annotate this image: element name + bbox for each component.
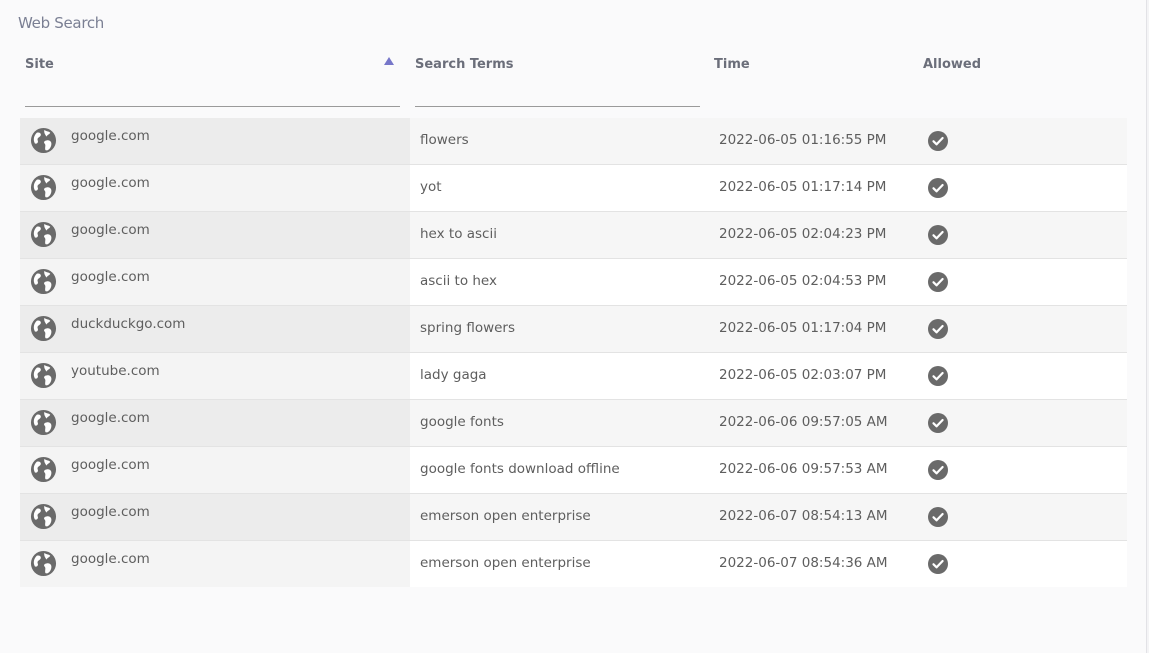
site-value: duckduckgo.com — [71, 316, 186, 332]
globe-icon — [30, 127, 57, 154]
check-circle-icon — [928, 366, 948, 386]
search-results-table: google.com flowers 2022-06-05 01:16:55 P… — [20, 118, 1127, 587]
table-row[interactable]: youtube.com lady gaga 2022-06-05 02:03:0… — [20, 353, 1127, 400]
site-value: google.com — [71, 222, 150, 238]
time-value: 2022-06-05 01:16:55 PM — [719, 132, 887, 148]
sort-ascending-icon[interactable] — [384, 57, 394, 65]
site-value: google.com — [71, 269, 150, 285]
site-cell: google.com — [20, 259, 410, 305]
time-value: 2022-06-05 02:04:53 PM — [719, 273, 887, 289]
column-header-time[interactable]: Time — [714, 57, 750, 72]
time-value: 2022-06-06 09:57:05 AM — [719, 414, 888, 430]
search-terms-value: yot — [420, 179, 442, 195]
site-cell: google.com — [20, 118, 410, 164]
site-value: google.com — [71, 457, 150, 473]
check-circle-icon — [928, 413, 948, 433]
table-row[interactable]: google.com flowers 2022-06-05 01:16:55 P… — [20, 118, 1127, 165]
table-row[interactable]: google.com google fonts download offline… — [20, 447, 1127, 494]
globe-icon — [30, 409, 57, 436]
time-value: 2022-06-05 02:03:07 PM — [719, 367, 887, 383]
globe-icon — [30, 503, 57, 530]
search-terms-value: google fonts — [420, 414, 504, 430]
table-row[interactable]: google.com emerson open enterprise 2022-… — [20, 494, 1127, 541]
check-circle-icon — [928, 319, 948, 339]
check-circle-icon — [928, 178, 948, 198]
table-row[interactable]: google.com hex to ascii 2022-06-05 02:04… — [20, 212, 1127, 259]
panel-title: Web Search — [18, 14, 105, 32]
table-row[interactable]: duckduckgo.com spring flowers 2022-06-05… — [20, 306, 1127, 353]
search-terms-value: spring flowers — [420, 320, 516, 336]
site-value: google.com — [71, 175, 150, 191]
table-row[interactable]: google.com ascii to hex 2022-06-05 02:04… — [20, 259, 1127, 306]
globe-icon — [30, 456, 57, 483]
globe-icon — [30, 174, 57, 201]
table-row[interactable]: google.com yot 2022-06-05 01:17:14 PM — [20, 165, 1127, 212]
globe-icon — [30, 315, 57, 342]
site-value: google.com — [71, 128, 150, 144]
web-search-panel: Web Search Site Search Terms Time Allowe… — [0, 0, 1147, 653]
site-cell: google.com — [20, 212, 410, 258]
time-value: 2022-06-07 08:54:13 AM — [719, 508, 888, 524]
site-cell: google.com — [20, 447, 410, 493]
time-value: 2022-06-05 01:17:04 PM — [719, 320, 887, 336]
search-terms-value: ascii to hex — [420, 273, 497, 289]
site-cell: google.com — [20, 541, 410, 587]
time-value: 2022-06-06 09:57:53 AM — [719, 461, 888, 477]
column-header-search-terms[interactable]: Search Terms — [415, 57, 514, 72]
check-circle-icon — [928, 460, 948, 480]
time-value: 2022-06-07 08:54:36 AM — [719, 555, 888, 571]
site-value: google.com — [71, 410, 150, 426]
site-cell: youtube.com — [20, 353, 410, 399]
check-circle-icon — [928, 272, 948, 292]
column-header-site[interactable]: Site — [25, 57, 54, 72]
search-terms-value: emerson open enterprise — [420, 555, 591, 571]
search-terms-value: google fonts download offline — [420, 461, 620, 477]
column-header-allowed[interactable]: Allowed — [923, 57, 981, 72]
site-cell: google.com — [20, 165, 410, 211]
site-value: google.com — [71, 504, 150, 520]
check-circle-icon — [928, 554, 948, 574]
globe-icon — [30, 362, 57, 389]
search-terms-value: flowers — [420, 132, 469, 148]
search-terms-filter-input[interactable] — [415, 82, 700, 107]
globe-icon — [30, 550, 57, 577]
globe-icon — [30, 268, 57, 295]
table-row[interactable]: google.com emerson open enterprise 2022-… — [20, 541, 1127, 587]
site-value: youtube.com — [71, 363, 160, 379]
site-value: google.com — [71, 551, 150, 567]
search-terms-value: lady gaga — [420, 367, 487, 383]
check-circle-icon — [928, 131, 948, 151]
search-terms-value: hex to ascii — [420, 226, 497, 242]
site-cell: google.com — [20, 494, 410, 540]
search-terms-value: emerson open enterprise — [420, 508, 591, 524]
site-cell: google.com — [20, 400, 410, 446]
check-circle-icon — [928, 225, 948, 245]
time-value: 2022-06-05 02:04:23 PM — [719, 226, 887, 242]
site-cell: duckduckgo.com — [20, 306, 410, 352]
time-value: 2022-06-05 01:17:14 PM — [719, 179, 887, 195]
check-circle-icon — [928, 507, 948, 527]
globe-icon — [30, 221, 57, 248]
site-filter-input[interactable] — [25, 82, 400, 107]
table-row[interactable]: google.com google fonts 2022-06-06 09:57… — [20, 400, 1127, 447]
